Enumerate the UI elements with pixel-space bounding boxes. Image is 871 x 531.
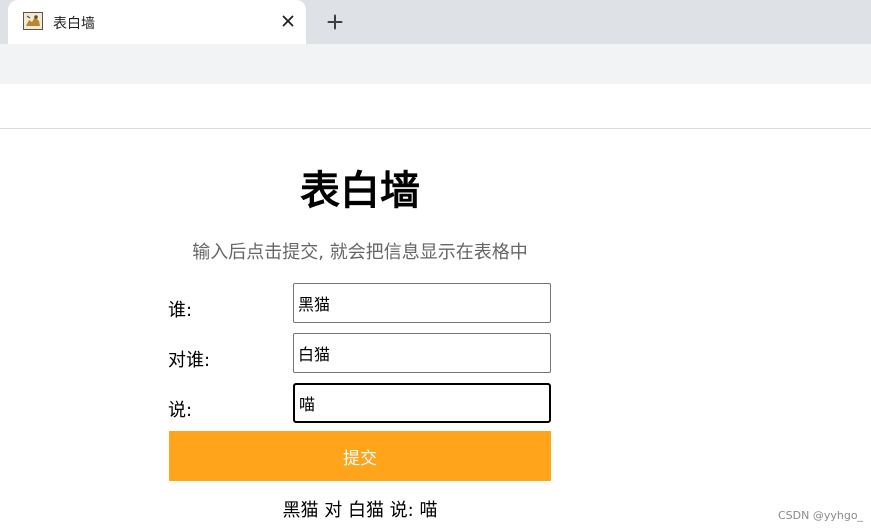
- browser-tabstrip: 表白墙: [0, 0, 871, 44]
- browser-toolbar: [0, 44, 871, 84]
- to-input[interactable]: [293, 333, 551, 373]
- bookmark-bar: [0, 84, 871, 129]
- to-label: 对谁:: [168, 350, 211, 371]
- tab-title: 表白墙: [53, 16, 95, 32]
- who-input[interactable]: [293, 283, 551, 323]
- submit-button[interactable]: 提交: [169, 431, 551, 481]
- message-item: 黑猫 对 白猫 说: 喵: [282, 500, 438, 521]
- close-icon[interactable]: [278, 11, 298, 31]
- plus-icon[interactable]: [322, 9, 348, 35]
- say-label: 说:: [168, 400, 193, 421]
- watermark: CSDN @yyhgo_: [778, 509, 864, 522]
- browser-tab[interactable]: 表白墙: [8, 0, 306, 44]
- say-input[interactable]: [293, 383, 551, 423]
- cat-image-icon: [23, 12, 43, 30]
- who-label: 谁:: [168, 300, 193, 321]
- page-subtitle: 输入后点击提交, 就会把信息显示在表格中: [192, 242, 528, 263]
- page-title: 表白墙: [300, 168, 420, 214]
